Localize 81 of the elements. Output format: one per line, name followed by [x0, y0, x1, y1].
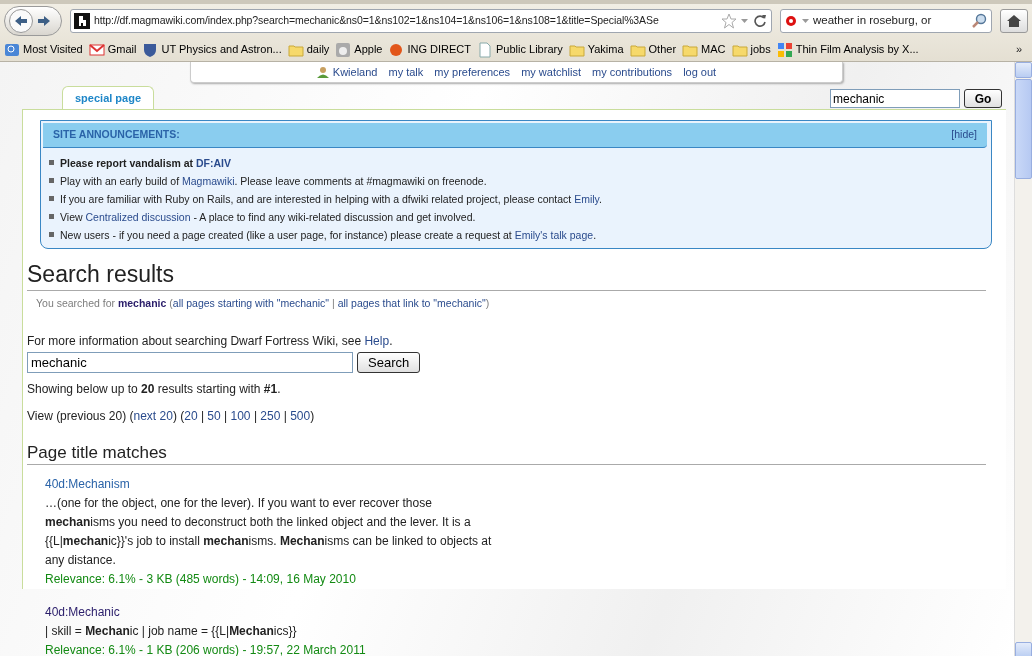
pagination-link[interactable]: 20: [184, 409, 198, 424]
pagination-link[interactable]: 500: [290, 409, 311, 424]
bookmark[interactable]: Most Visited: [4, 41, 83, 58]
result-snippet: | skill = Mechanic | job name = {{L|Mechanics}}: [45, 623, 298, 641]
dropdown-caret-icon[interactable]: [802, 19, 809, 23]
go-button[interactable]: Go: [964, 89, 1002, 108]
site-favicon-icon: [74, 13, 90, 29]
bullet-icon: [49, 196, 54, 202]
page-heading: Search results: [27, 260, 986, 292]
bookmark[interactable]: UT Physics and Astron...: [142, 41, 282, 58]
nav-link[interactable]: my talk: [388, 63, 424, 81]
bookmark[interactable]: jobs: [731, 41, 771, 58]
announcement-text: Play with an early build of Magmawiki. Please leave comments at #magmawiki on freenode.: [60, 173, 487, 189]
nav-link[interactable]: my preferences: [434, 63, 511, 81]
pagination-link[interactable]: next 20: [133, 409, 173, 424]
user-link[interactable]: Kwieland: [316, 63, 378, 81]
page-tab[interactable]: special page: [62, 85, 155, 109]
bullet-icon: [49, 178, 54, 184]
bookmark[interactable]: Gmail: [88, 41, 137, 58]
shield-icon: [142, 41, 159, 58]
home-button[interactable]: [1000, 9, 1028, 33]
search-summary: You searched for mechanic (all pages starting with "mechanic" | all pages that link to "mechanic"): [36, 296, 491, 312]
back-arrow-icon: [14, 15, 28, 27]
bookmark[interactable]: Apple: [335, 41, 383, 58]
forward-arrow-icon: [37, 15, 51, 27]
bullet-icon: [49, 160, 54, 166]
user-icon: [316, 66, 329, 78]
search-field[interactable]: mechanic: [27, 352, 353, 374]
result-snippet: …(one for the object, one for the lever). If you want to ever recover those mechanisms you need to deconstruct both the linked object and the lever. It is a {{L|mechanic}}'s job to install mechanisms. Mechanisms can be linked to objects at any distance.: [45, 495, 493, 570]
bookmark[interactable]: Public Library: [477, 41, 563, 58]
announcement-title: SITE ANNOUNCEMENTS:: [53, 127, 180, 142]
reload-icon[interactable]: [752, 13, 768, 29]
bookmark[interactable]: ING DIRECT: [388, 41, 472, 58]
ball-icon: [388, 41, 405, 58]
announcement-text: Please report vandalism at DF:AIV: [60, 155, 231, 171]
search-icon[interactable]: [972, 13, 988, 29]
search-engine-icon: [784, 14, 798, 28]
home-icon: [1007, 15, 1021, 27]
bookmark-star-icon[interactable]: [721, 13, 737, 29]
bookmark[interactable]: MAC: [682, 41, 726, 58]
site-search-field[interactable]: mechanic: [830, 89, 960, 108]
bookmark[interactable]: Yakima: [568, 41, 624, 58]
nav-link[interactable]: log out: [683, 63, 717, 81]
result-title-link[interactable]: 40d:Mechanic: [45, 605, 120, 620]
results-count: Showing below up to 20 results starting with #1.: [27, 381, 282, 399]
web-search-field[interactable]: weather in roseburg, or: [780, 9, 992, 33]
pagination-link[interactable]: 50: [207, 409, 221, 424]
announcement-text: View Centralized discussion - A place to find any wiki-related discussion and get involved.: [60, 209, 476, 225]
bookmarks-overflow-button[interactable]: »: [1015, 41, 1028, 58]
address-bar[interactable]: http://df.magmawiki.com/index.php?search=mechanic&ns0=1&ns102=1&ns104=1&ns106=1&ns108=1&title=Special%3ASe: [70, 9, 772, 33]
nav-link[interactable]: my watchlist: [521, 63, 582, 81]
tiles-icon: [776, 41, 793, 58]
search-link[interactable]: all pages that link to "mechanic": [337, 297, 486, 310]
bookmark[interactable]: Thin Film Analysis by X...: [776, 41, 919, 58]
bullet-icon: [49, 214, 54, 220]
scrollbar[interactable]: [1014, 62, 1032, 656]
result-meta: Relevance: 6.1% - 3 KB (485 words) - 14:09, 16 May 2010: [45, 571, 357, 589]
result-title-link[interactable]: 40d:Mechanism: [45, 477, 130, 492]
forward-button[interactable]: [37, 15, 51, 27]
pagination-text: View (previous 20) (next 20) (20 | 50 | 100 | 250 | 500): [27, 408, 316, 426]
result-meta: Relevance: 6.1% - 1 KB (206 words) - 19:57, 22 March 2011: [45, 642, 367, 656]
hide-link[interactable]: [hide]: [951, 127, 977, 143]
page-icon: [477, 41, 494, 58]
pagination-link[interactable]: 250: [260, 409, 281, 424]
section-heading: Page title matches: [27, 443, 986, 466]
nav-link[interactable]: my contributions: [592, 63, 673, 81]
envelope-icon: [88, 41, 105, 58]
announcement-text: New users - if you need a page created (like a user page, for instance) please create a request at Emily's talk page.: [60, 227, 597, 243]
announcement-link[interactable]: Centralized discussion: [85, 210, 191, 223]
pagination-link[interactable]: 100: [230, 409, 251, 424]
announcement-link[interactable]: DF:AIV: [196, 156, 231, 169]
search-button[interactable]: Search: [357, 352, 421, 374]
announcement-link[interactable]: Magmawiki: [182, 174, 235, 187]
search-link[interactable]: mechanic: [117, 297, 167, 310]
help-text: For more information about searching Dwarf Fortress Wiki, see Help.: [27, 333, 394, 351]
back-button[interactable]: [9, 9, 33, 33]
bookmark[interactable]: daily: [287, 41, 330, 58]
bookmark[interactable]: Other: [629, 41, 677, 58]
dropdown-caret-icon[interactable]: [741, 19, 748, 23]
announcement-text: If you are familiar with Ruby on Rails, and are interested in helping with a dfwiki related project, please contact Emily.: [60, 191, 602, 207]
bullet-icon: [49, 232, 54, 238]
